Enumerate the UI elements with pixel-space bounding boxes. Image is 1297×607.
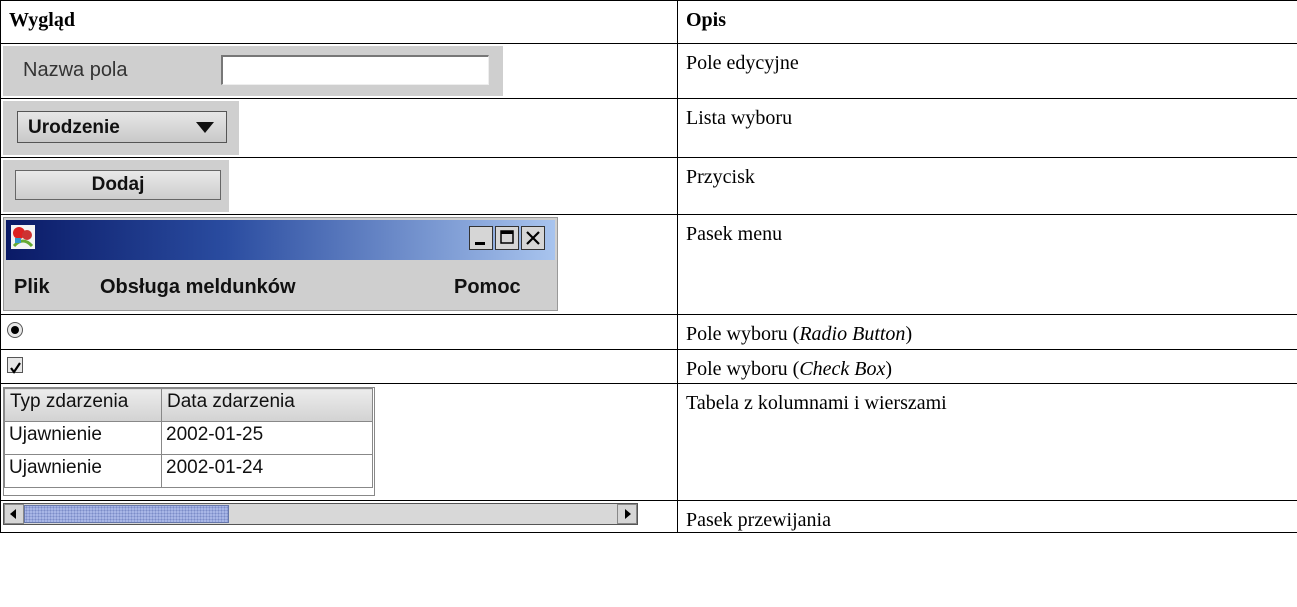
row-edit-field: Nazwa pola Pole edycyjne (0, 43, 1297, 99)
description-cell: Tabela z kolumnami i wierszami (677, 383, 1297, 501)
checkmark-icon (10, 362, 21, 374)
radio-button[interactable] (7, 322, 23, 338)
description-cell: Pole edycyjne (677, 43, 1297, 99)
table-cell: 2002-01-25 (161, 421, 373, 455)
text-input[interactable] (221, 55, 489, 85)
row-data-table: Typ zdarzenia Data zdarzenia Ujawnienie … (0, 383, 1297, 501)
appearance-cell: Urodzenie (0, 98, 678, 158)
close-icon[interactable] (521, 226, 545, 250)
combo-box-sample: Urodzenie (3, 101, 239, 155)
table-cell: 2002-01-24 (161, 454, 373, 488)
menu-file[interactable]: Plik (14, 276, 50, 299)
data-table-sample: Typ zdarzenia Data zdarzenia Ujawnienie … (3, 387, 375, 496)
table-header-row: Typ zdarzenia Data zdarzenia (4, 388, 373, 422)
column-header[interactable]: Data zdarzenia (161, 388, 373, 422)
appearance-cell: Typ zdarzenia Data zdarzenia Ujawnienie … (0, 383, 678, 501)
appearance-cell (0, 314, 678, 350)
appearance-cell: Plik Obsługa meldunków Pomoc (0, 214, 678, 315)
add-button[interactable]: Dodaj (15, 170, 221, 200)
row-radio-button: Pole wyboru (Radio Button) (0, 314, 1297, 350)
chevron-down-icon[interactable] (196, 122, 214, 133)
radio-selected-icon (11, 326, 19, 334)
edit-field-sample: Nazwa pola (3, 46, 503, 96)
menu-bar: Plik Obsługa meldunków Pomoc (6, 266, 555, 306)
menu-help[interactable]: Pomoc (454, 276, 521, 299)
appearance-cell: Nazwa pola (0, 43, 678, 99)
header-appearance: Wygląd (0, 0, 678, 44)
data-table: Typ zdarzenia Data zdarzenia Ujawnienie … (4, 388, 373, 488)
row-scroll-bar: Pasek przewijania (0, 500, 1297, 533)
arrow-right-icon[interactable] (617, 504, 637, 524)
horizontal-scrollbar[interactable] (3, 503, 638, 525)
row-button: Dodaj Przycisk (0, 157, 1297, 215)
description-cell: Przycisk (677, 157, 1297, 215)
title-bar[interactable] (6, 220, 555, 260)
menu-reports[interactable]: Obsługa meldunków (100, 276, 296, 299)
window-sample: Plik Obsługa meldunków Pomoc (3, 217, 558, 311)
maximize-icon[interactable] (495, 226, 519, 250)
appearance-cell (0, 349, 678, 384)
header-row: Wygląd Opis (0, 0, 1297, 44)
description-cell: Pole wyboru (Radio Button) (677, 314, 1297, 350)
scrollbar-thumb[interactable] (24, 505, 229, 523)
row-check-box: Pole wyboru (Check Box) (0, 349, 1297, 384)
row-menu-bar: Plik Obsługa meldunków Pomoc Pasek menu (0, 214, 1297, 315)
description-cell: Pasek przewijania (677, 500, 1297, 533)
app-icon (11, 225, 35, 249)
description-cell: Pasek menu (677, 214, 1297, 315)
description-cell: Lista wyboru (677, 98, 1297, 158)
combo-box[interactable]: Urodzenie (17, 111, 227, 143)
header-description: Opis (677, 0, 1297, 44)
window-controls (467, 226, 545, 250)
table-cell: Ujawnienie (4, 421, 162, 455)
column-header[interactable]: Typ zdarzenia (4, 388, 162, 422)
row-combo-box: Urodzenie Lista wyboru (0, 98, 1297, 158)
component-table: Wygląd Opis Nazwa pola Pole edycyjne Uro… (0, 0, 1297, 533)
appearance-cell: Dodaj (0, 157, 678, 215)
arrow-left-icon[interactable] (4, 504, 24, 524)
appearance-cell (0, 500, 678, 533)
button-sample: Dodaj (3, 160, 229, 212)
field-label: Nazwa pola (23, 59, 128, 81)
check-box[interactable] (7, 357, 23, 374)
combo-selected-value: Urodzenie (28, 117, 120, 138)
table-row[interactable]: Ujawnienie 2002-01-25 (4, 421, 373, 455)
table-cell: Ujawnienie (4, 454, 162, 488)
description-cell: Pole wyboru (Check Box) (677, 349, 1297, 384)
minimize-icon[interactable] (469, 226, 493, 250)
table-row[interactable]: Ujawnienie 2002-01-24 (4, 454, 373, 488)
